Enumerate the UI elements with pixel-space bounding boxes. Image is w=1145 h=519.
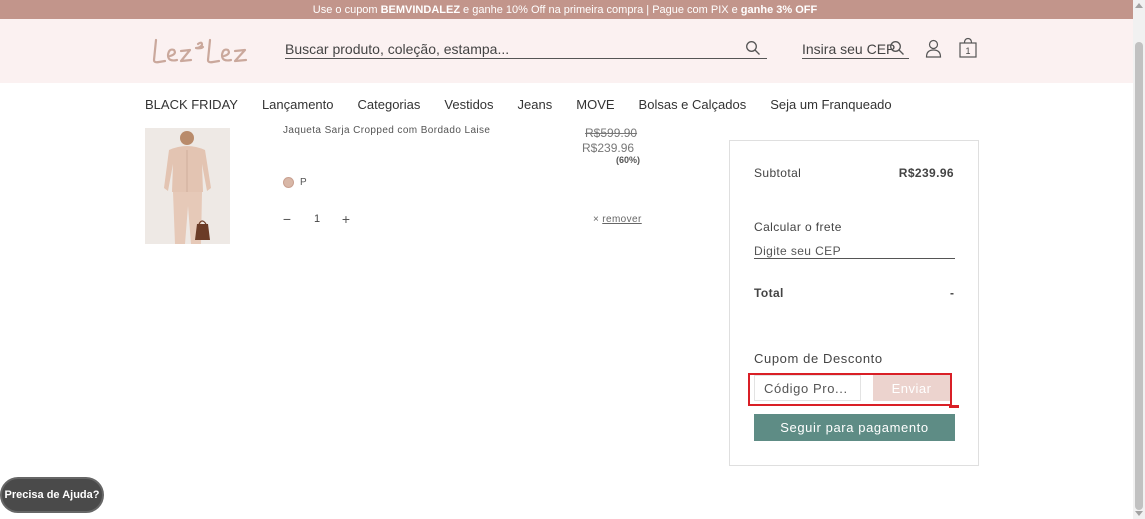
remove-link[interactable]: remover bbox=[602, 214, 641, 225]
search-bar bbox=[285, 39, 767, 59]
scroll-up-arrow-icon[interactable] bbox=[1135, 3, 1143, 8]
scroll-down-arrow-icon[interactable] bbox=[1135, 511, 1143, 516]
remove-x-icon: × bbox=[593, 214, 600, 225]
search-icon[interactable] bbox=[889, 40, 905, 56]
nav-item-lancamento[interactable]: Lançamento bbox=[262, 97, 334, 115]
brand-logo[interactable] bbox=[150, 36, 252, 66]
nav-item-categorias[interactable]: Categorias bbox=[358, 97, 421, 115]
search-input[interactable] bbox=[285, 40, 725, 58]
promo-text-1: Use o cupom bbox=[312, 3, 378, 16]
coupon-input[interactable] bbox=[754, 375, 861, 401]
cep-lookup[interactable]: Insira seu CEP bbox=[802, 39, 909, 59]
page-scrollbar[interactable] bbox=[1133, 0, 1145, 519]
quantity-value: 1 bbox=[313, 213, 321, 225]
subtotal-label: Subtotal bbox=[754, 166, 802, 180]
total-label: Total bbox=[754, 286, 784, 300]
promo-bar: Use o cupom BEMVINDALEZ e ganhe 10% Off … bbox=[0, 0, 1133, 19]
main-nav: BLACK FRIDAY Lançamento Categorias Vesti… bbox=[145, 97, 916, 115]
current-price: R$239.96 bbox=[582, 141, 635, 155]
scroll-thumb[interactable] bbox=[1135, 42, 1143, 510]
shopping-bag-icon[interactable]: 1 bbox=[958, 37, 978, 58]
help-chat-button[interactable]: Precisa de Ajuda? bbox=[0, 477, 104, 513]
product-name[interactable]: Jaqueta Sarja Cropped com Bordado Laise bbox=[283, 125, 490, 136]
shipping-cep-input[interactable] bbox=[754, 243, 955, 259]
nav-item-vestidos[interactable]: Vestidos bbox=[444, 97, 493, 115]
quantity-increase-button[interactable]: + bbox=[340, 212, 352, 226]
quantity-decrease-button[interactable]: − bbox=[281, 212, 293, 226]
product-image[interactable] bbox=[145, 128, 230, 244]
promo-bold-2: ganhe 3% OFF bbox=[740, 3, 818, 16]
discount-badge: (60%) bbox=[616, 155, 641, 165]
size-label: P bbox=[300, 177, 307, 188]
coupon-label: Cupom de Desconto bbox=[754, 351, 883, 366]
coupon-submit-button[interactable]: Enviar bbox=[873, 375, 950, 401]
total-value: - bbox=[950, 286, 954, 300]
nav-item-move[interactable]: MOVE bbox=[576, 97, 614, 115]
remove-item[interactable]: × remover bbox=[593, 214, 642, 225]
nav-item-franqueado[interactable]: Seja um Franqueado bbox=[770, 97, 891, 115]
nav-item-black-friday[interactable]: BLACK FRIDAY bbox=[145, 97, 238, 115]
site-header: Insira seu CEP 1 bbox=[0, 19, 1133, 83]
old-price: R$599.90 bbox=[585, 126, 638, 140]
subtotal-value: R$239.96 bbox=[898, 166, 954, 180]
user-icon[interactable] bbox=[925, 39, 942, 58]
promo-text-2: e ganhe 10% Off na primeira compra | Pag… bbox=[463, 3, 738, 16]
nav-item-bolsas-calcados[interactable]: Bolsas e Calçados bbox=[639, 97, 747, 115]
highlight-marker bbox=[949, 405, 959, 408]
checkout-button[interactable]: Seguir para pagamento bbox=[754, 414, 955, 441]
cep-label: Insira seu CEP bbox=[802, 41, 896, 57]
cart-count: 1 bbox=[965, 46, 970, 56]
shipping-label: Calcular o frete bbox=[754, 220, 842, 234]
promo-code: BEMVINDALEZ bbox=[380, 3, 461, 16]
nav-item-jeans[interactable]: Jeans bbox=[518, 97, 553, 115]
color-swatch bbox=[283, 177, 294, 188]
order-summary: Subtotal R$239.96 Calcular o frete Total… bbox=[729, 140, 979, 466]
search-icon[interactable] bbox=[745, 40, 761, 56]
